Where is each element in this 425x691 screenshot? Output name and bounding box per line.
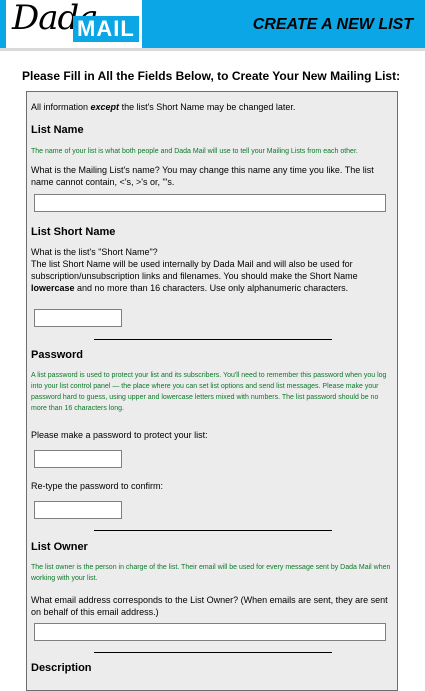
- section-divider: [94, 339, 332, 340]
- list-owner-heading: List Owner: [31, 541, 88, 553]
- dada-mail-logo[interactable]: Dada MAIL: [6, 0, 142, 48]
- list-owner-email-input[interactable]: [34, 623, 386, 641]
- list-short-name-input[interactable]: [34, 309, 122, 327]
- password-confirm-input[interactable]: [34, 501, 122, 519]
- password-input[interactable]: [34, 450, 122, 468]
- logo-mail-text: MAIL: [73, 16, 139, 42]
- password-confirm-prompt: Re-type the password to confirm:: [31, 481, 164, 491]
- list-name-input[interactable]: [34, 194, 386, 212]
- intro-heading: Please Fill in All the Fields Below, to …: [22, 69, 401, 83]
- list-name-question: What is the Mailing List's name? You may…: [31, 165, 374, 187]
- list-name-heading: List Name: [31, 124, 84, 136]
- change-notice: All information except the list's Short …: [31, 102, 296, 112]
- section-divider: [94, 530, 332, 531]
- list-name-help: The name of your list is what both peopl…: [31, 148, 358, 155]
- description-heading: Description: [31, 662, 92, 674]
- create-list-form: All information except the list's Short …: [26, 91, 398, 691]
- password-help: A list password is used to protect your …: [31, 372, 387, 412]
- page-title: CREATE A NEW LIST: [252, 16, 413, 33]
- list-short-name-question: What is the list's "Short Name"? The list…: [31, 247, 358, 293]
- list-short-name-heading: List Short Name: [31, 226, 116, 238]
- list-owner-question: What email address corresponds to the Li…: [31, 595, 388, 617]
- list-owner-help: The list owner is the person in charge o…: [31, 564, 391, 582]
- section-divider: [94, 652, 332, 653]
- password-prompt: Please make a password to protect your l…: [31, 430, 208, 440]
- password-heading: Password: [31, 349, 83, 361]
- app-header: Dada MAIL CREATE A NEW LIST: [0, 0, 425, 51]
